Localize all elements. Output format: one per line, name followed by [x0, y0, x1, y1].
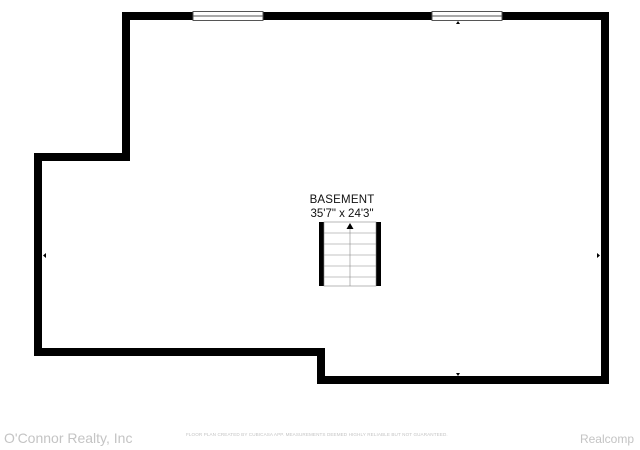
- brokerage-watermark: O'Connor Realty, Inc: [4, 430, 133, 446]
- room-dimensions: 35'7" x 24'3": [310, 208, 374, 220]
- measurement-arrow-right: [597, 253, 600, 258]
- window-left: [192, 11, 264, 21]
- measurement-arrow-bottom: [456, 373, 460, 376]
- staircase: [319, 221, 381, 287]
- source-watermark: Realcomp: [579, 432, 634, 446]
- floor-plan-canvas: BASEMENT 35'7" x 24'3" O'Connor Realty, …: [0, 0, 640, 450]
- window-right: [431, 11, 503, 21]
- measurement-arrow-top: [456, 21, 460, 24]
- floor-plan-disclaimer: FLOOR PLAN CREATED BY CUBICASA APP. MEAS…: [186, 432, 448, 437]
- floor-plan-drawing: [34, 11, 609, 384]
- room-label: BASEMENT: [309, 194, 375, 206]
- measurement-arrow-left: [43, 253, 46, 258]
